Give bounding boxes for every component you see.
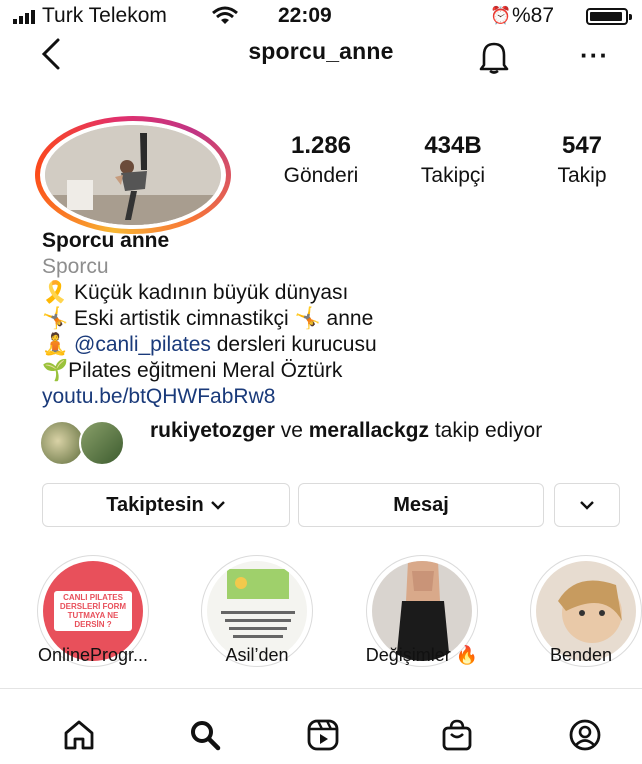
stat-following-value: 547 bbox=[561, 132, 603, 159]
wifi-icon bbox=[212, 6, 238, 24]
yoga-emoji-icon: 🧘 bbox=[42, 333, 69, 356]
bio-line-2: 🤸 Eski artistik cimnastikçi 🤸 anne bbox=[42, 306, 622, 332]
profile-category: Sporcu bbox=[42, 255, 109, 278]
suggested-accounts-button[interactable] bbox=[554, 483, 620, 527]
stat-posts-label: Gönderi bbox=[283, 164, 359, 187]
bell-icon[interactable] bbox=[479, 40, 509, 74]
chevron-down-icon bbox=[580, 501, 594, 510]
mutual-follower-1: rukiyetozger bbox=[150, 419, 275, 442]
bio-line-1: 🎗️ Küçük kadının büyük dünyası bbox=[42, 280, 622, 306]
message-button[interactable]: Mesaj bbox=[298, 483, 544, 527]
reels-icon[interactable] bbox=[306, 718, 340, 752]
profile-bio: Sporcu anne Sporcu 🎗️ Küçük kadının büyü… bbox=[42, 228, 622, 410]
highlight-label: Asil’den bbox=[225, 645, 289, 665]
mutual-followers-suffix: takip ediyor bbox=[428, 419, 543, 442]
bio-mention-link[interactable]: @canli_pilates bbox=[74, 333, 211, 356]
bio-line-1-text: Küçük kadının büyük dünyası bbox=[74, 281, 349, 304]
battery-icon bbox=[586, 8, 632, 25]
gymnast-emoji-icon: 🤸 bbox=[42, 307, 69, 330]
bottom-nav bbox=[0, 712, 642, 764]
bio-line-3: 🧘 @canli_pilates dersleri kurucusu bbox=[42, 332, 622, 358]
bio-website-link[interactable]: youtu.be/btQHWFabRw8 bbox=[42, 384, 622, 410]
highlight-cover-text: CANLI PILATES DERSLERİ FORM TUTMAYA NE D… bbox=[54, 591, 132, 631]
highlight-label: Değişimler 🔥 bbox=[365, 645, 479, 665]
stat-following-label: Takip bbox=[557, 164, 607, 187]
stat-followers[interactable]: 434B Takipçi bbox=[398, 132, 508, 188]
mutual-followers-text[interactable]: rukiyetozger ve merallackgz takip ediyor bbox=[150, 418, 620, 444]
chevron-down-icon bbox=[210, 501, 225, 510]
highlight-label: OnlineProgr... bbox=[37, 645, 149, 665]
stat-posts-value: 1.286 bbox=[290, 132, 352, 159]
stat-following[interactable]: 547 Takip bbox=[532, 132, 632, 188]
profile-username: sporcu_anne bbox=[248, 38, 394, 64]
more-options-icon[interactable]: ··· bbox=[580, 40, 609, 71]
clock-time: 22:09 bbox=[278, 4, 332, 27]
home-icon[interactable] bbox=[62, 718, 96, 752]
seedling-emoji-icon: 🌱 bbox=[42, 359, 69, 382]
gymnast-emoji-icon: 🤸 bbox=[294, 307, 321, 330]
ribbon-emoji-icon: 🎗️ bbox=[42, 281, 69, 304]
battery-percent: %87 bbox=[512, 4, 555, 27]
mutual-follower-2: merallackgz bbox=[308, 419, 429, 442]
avatar bbox=[79, 420, 125, 466]
bio-line-3-text: dersleri kurucusu bbox=[210, 333, 377, 356]
signal-icon bbox=[13, 10, 35, 24]
bio-line-4-text: Pilates eğitmeni Meral Öztürk bbox=[68, 359, 343, 382]
mutual-followers-avatars[interactable] bbox=[39, 420, 129, 466]
mutual-connector: ve bbox=[274, 419, 309, 442]
shop-icon[interactable] bbox=[440, 718, 474, 752]
profile-display-name: Sporcu anne bbox=[42, 229, 170, 252]
content-tab-strip bbox=[0, 688, 642, 699]
following-button-label: Takiptesin bbox=[106, 493, 204, 516]
avatar-photo bbox=[45, 125, 221, 225]
alarm-icon: ⏰ bbox=[490, 6, 512, 25]
stat-followers-value: 434B bbox=[424, 132, 482, 159]
profile-avatar[interactable] bbox=[35, 116, 231, 234]
carrier-name: Turk Telekom bbox=[42, 4, 167, 27]
stat-followers-label: Takipçi bbox=[420, 164, 486, 187]
bio-line-2-text: Eski artistik cimnastikçi bbox=[74, 307, 289, 330]
following-button[interactable]: Takiptesin bbox=[42, 483, 290, 527]
status-bar: Turk Telekom 22:09 ⏰ %87 bbox=[0, 0, 642, 34]
search-icon[interactable] bbox=[188, 718, 222, 752]
message-button-label: Mesaj bbox=[393, 493, 449, 516]
stat-posts[interactable]: 1.286 Gönderi bbox=[262, 132, 380, 188]
bio-line-2-text-end: anne bbox=[326, 307, 374, 330]
highlight-label: Benden bbox=[549, 645, 613, 665]
profile-icon[interactable] bbox=[568, 718, 602, 752]
bio-line-4: 🌱Pilates eğitmeni Meral Öztürk bbox=[42, 358, 622, 384]
